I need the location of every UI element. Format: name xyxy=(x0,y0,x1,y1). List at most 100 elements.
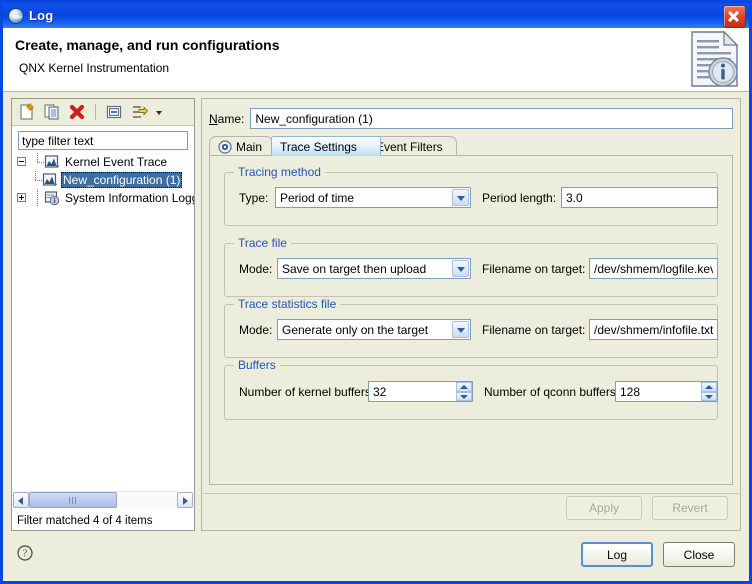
new-configuration-icon[interactable] xyxy=(17,102,37,122)
spinner-buttons[interactable] xyxy=(701,382,717,401)
trace-stats-filename-input[interactable] xyxy=(589,319,718,340)
configurations-panel: Kernel Event Trace New_configuration (1) xyxy=(11,98,195,531)
trace-file-mode-combo[interactable]: Save on target then upload xyxy=(277,258,471,279)
title-bar: Log xyxy=(3,3,749,28)
tab-folder: Main Trace Settings xyxy=(209,135,733,485)
dialog-buttons: Log Close xyxy=(581,542,735,567)
qconn-buffers-value: 128 xyxy=(616,385,701,399)
tree-connector xyxy=(31,189,44,207)
scrollbar-thumb[interactable] xyxy=(29,492,117,508)
trace-stats-mode-combo[interactable]: Generate only on the target xyxy=(277,319,471,340)
trace-file-filename-input[interactable] xyxy=(589,258,718,279)
tree-item-system-information-logging[interactable]: System Information Loggin xyxy=(16,189,194,207)
duplicate-configuration-icon[interactable] xyxy=(42,102,62,122)
group-buffers-title: Buffers xyxy=(234,358,280,372)
tree-item-kernel-event-trace[interactable]: Kernel Event Trace xyxy=(16,153,194,171)
tracing-type-label: Type: xyxy=(239,191,268,205)
trace-file-mode-value: Save on target then upload xyxy=(278,262,452,276)
tree-item-label: System Information Loggin xyxy=(63,191,194,205)
group-buffers: Buffers Number of kernel buffers: 32 Num… xyxy=(224,365,718,420)
qconn-buffers-spinner[interactable]: 128 xyxy=(615,381,718,402)
tree-connector xyxy=(31,153,44,171)
name-label: Name: xyxy=(209,112,244,126)
group-trace-file-title: Trace file xyxy=(234,236,291,250)
close-button[interactable]: Close xyxy=(663,542,735,567)
dialog-header: Create, manage, and run configurations Q… xyxy=(3,28,749,92)
scroll-left-icon[interactable] xyxy=(13,492,29,508)
tree-horizontal-scrollbar[interactable] xyxy=(13,491,193,508)
delete-configuration-icon[interactable] xyxy=(67,102,87,122)
filter-input[interactable] xyxy=(18,131,188,150)
main-tab-icon xyxy=(218,140,232,154)
kernel-buffers-label: Number of kernel buffers: xyxy=(239,385,374,399)
tree-item-label-selected: New_configuration (1) xyxy=(61,172,182,188)
app-sphere-icon xyxy=(8,8,24,24)
spinner-up-icon[interactable] xyxy=(456,382,472,392)
kernel-event-trace-icon xyxy=(42,172,58,188)
trace-stats-mode-value: Generate only on the target xyxy=(278,323,452,337)
filter-status-text: Filter matched 4 of 4 items xyxy=(17,515,153,527)
tab-main[interactable]: Main xyxy=(209,136,273,156)
qconn-buffers-label: Number of qconn buffers: xyxy=(484,385,619,399)
close-icon[interactable] xyxy=(723,5,746,28)
spinner-up-icon[interactable] xyxy=(701,382,717,392)
apply-revert-row: Apply Revert xyxy=(566,496,728,520)
help-icon[interactable]: ? xyxy=(17,545,33,561)
spinner-buttons[interactable] xyxy=(456,382,472,401)
scrollbar-track[interactable] xyxy=(29,491,177,508)
tab-strip: Main Trace Settings xyxy=(209,135,733,156)
tree-connector xyxy=(29,171,42,189)
chevron-down-icon[interactable] xyxy=(452,189,469,206)
kernel-event-trace-icon xyxy=(44,154,60,170)
trace-file-filename-label: Filename on target: xyxy=(482,262,585,276)
filter-configurations-icon[interactable] xyxy=(129,102,149,122)
period-length-label: Period length: xyxy=(482,191,556,205)
tab-trace-settings-label: Trace Settings xyxy=(280,140,357,154)
menu-chevron-icon[interactable] xyxy=(154,102,164,122)
revert-button[interactable]: Revert xyxy=(652,496,728,520)
toolbar-separator xyxy=(95,104,96,120)
spinner-down-icon[interactable] xyxy=(701,392,717,402)
trace-stats-mode-label: Mode: xyxy=(239,323,272,337)
page-subtitle: QNX Kernel Instrumentation xyxy=(19,61,169,75)
kernel-buffers-value: 32 xyxy=(369,385,456,399)
name-input[interactable] xyxy=(250,108,733,129)
svg-text:?: ? xyxy=(23,549,28,560)
tree-toolbar xyxy=(12,99,194,126)
tracing-type-value: Period of time xyxy=(276,191,452,205)
collapse-all-icon[interactable] xyxy=(104,102,124,122)
kernel-buffers-spinner[interactable]: 32 xyxy=(368,381,473,402)
trace-file-mode-label: Mode: xyxy=(239,262,272,276)
chevron-down-icon[interactable] xyxy=(452,260,469,277)
dialog-window: Log Create, manage, and run configuratio… xyxy=(0,0,752,584)
period-length-input[interactable] xyxy=(561,187,718,208)
group-trace-file: Trace file Mode: Save on target then upl… xyxy=(224,243,718,297)
system-information-logging-icon xyxy=(44,190,60,206)
configurations-tree[interactable]: Kernel Event Trace New_configuration (1) xyxy=(12,153,194,486)
group-trace-statistics-file: Trace statistics file Mode: Generate onl… xyxy=(224,304,718,358)
filter-field-wrapper xyxy=(12,126,194,154)
log-button[interactable]: Log xyxy=(581,542,653,567)
trace-stats-filename-label: Filename on target: xyxy=(482,323,585,337)
tab-body: Tracing method Type: Period of time Peri… xyxy=(209,155,733,485)
tree-item-new-configuration[interactable]: New_configuration (1) xyxy=(16,171,194,189)
spinner-down-icon[interactable] xyxy=(456,392,472,402)
group-trace-statistics-file-title: Trace statistics file xyxy=(234,297,340,311)
group-tracing-method: Tracing method Type: Period of time Peri… xyxy=(224,172,718,226)
configuration-editor-panel: Name: Main Trace Settings xyxy=(201,98,741,531)
tree-item-label: Kernel Event Trace xyxy=(63,155,169,169)
window-title: Log xyxy=(29,8,53,23)
page-title: Create, manage, and run configurations xyxy=(15,37,280,53)
scroll-right-icon[interactable] xyxy=(177,492,193,508)
chevron-down-icon[interactable] xyxy=(452,321,469,338)
document-info-icon xyxy=(690,30,740,88)
tracing-type-combo[interactable]: Period of time xyxy=(275,187,471,208)
expander-plus-icon[interactable] xyxy=(16,192,29,205)
apply-button[interactable]: Apply xyxy=(566,496,642,520)
tab-event-filters-label: Event Filters xyxy=(376,140,443,154)
tab-trace-settings[interactable]: Trace Settings xyxy=(271,136,381,156)
group-tracing-method-title: Tracing method xyxy=(234,165,325,179)
panel-divider xyxy=(203,493,739,494)
expander-minus-icon[interactable] xyxy=(16,156,29,169)
tab-main-label: Main xyxy=(236,140,262,154)
